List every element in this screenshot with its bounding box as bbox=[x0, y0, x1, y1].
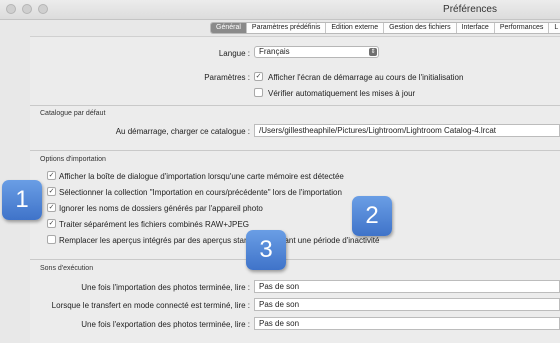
tether-sound-value: Pas de son bbox=[259, 300, 300, 309]
startup-catalog-select[interactable]: /Users/gillestheaphile/Pictures/Lightroo… bbox=[254, 124, 560, 137]
startup-catalog-value: /Users/gillestheaphile/Pictures/Lightroo… bbox=[259, 126, 496, 135]
select-collection-checkbox[interactable]: ✓ bbox=[47, 187, 56, 196]
import-dialog-label: Afficher la boîte de dialogue d'importat… bbox=[59, 172, 344, 181]
tab-interface[interactable]: Interface bbox=[456, 23, 495, 33]
callout-badge-1: 1 bbox=[2, 180, 42, 220]
ignore-folder-names-label: Ignorer les noms de dossiers générés par… bbox=[59, 204, 263, 213]
divider bbox=[30, 105, 560, 106]
check-updates-checkbox[interactable] bbox=[254, 88, 263, 97]
tab-performance[interactable]: Performances bbox=[494, 23, 550, 33]
import-sound-select[interactable]: Pas de son bbox=[254, 280, 560, 293]
minimize-window-button[interactable] bbox=[22, 4, 32, 14]
close-window-button[interactable] bbox=[6, 4, 16, 14]
select-collection-label: Sélectionner la collection "Importation … bbox=[59, 188, 342, 197]
language-select[interactable]: Français ⇕ bbox=[254, 46, 379, 58]
tab-external-editing[interactable]: Edition externe bbox=[326, 23, 385, 33]
callout-badge-3: 3 bbox=[246, 230, 286, 270]
import-sound-label: Une fois l'importation des photos termin… bbox=[81, 283, 250, 292]
divider bbox=[30, 150, 560, 151]
sounds-section-title: Sons d'exécution bbox=[40, 265, 94, 272]
check-updates-label: Vérifier automatiquement les mises à jou… bbox=[268, 89, 416, 98]
tab-more[interactable]: L bbox=[549, 23, 560, 33]
show-splash-checkbox[interactable]: ✓ bbox=[254, 72, 263, 81]
replace-previews-checkbox[interactable] bbox=[47, 235, 56, 244]
replace-previews-label: Remplacer les aperçus intégrés par des a… bbox=[59, 236, 380, 245]
divider bbox=[30, 259, 560, 260]
import-sound-value: Pas de son bbox=[259, 282, 300, 291]
tether-sound-select[interactable]: Pas de son bbox=[254, 298, 560, 311]
zoom-window-button[interactable] bbox=[38, 4, 48, 14]
raw-jpeg-checkbox[interactable]: ✓ bbox=[47, 219, 56, 228]
tab-presets[interactable]: Paramètres prédéfinis bbox=[246, 23, 327, 33]
catalog-section-title: Catalogue par défaut bbox=[40, 110, 106, 117]
preferences-tabs: Général Paramètres prédéfinis Edition ex… bbox=[210, 22, 560, 34]
language-value: Français bbox=[259, 47, 290, 56]
show-splash-label: Afficher l'écran de démarrage au cours d… bbox=[268, 73, 464, 82]
export-sound-value: Pas de son bbox=[259, 319, 300, 328]
import-section-title: Options d'importation bbox=[40, 156, 106, 163]
import-dialog-checkbox[interactable]: ✓ bbox=[47, 171, 56, 180]
tab-file-handling[interactable]: Gestion des fichiers bbox=[384, 23, 457, 33]
chevron-updown-icon: ⇕ bbox=[369, 48, 377, 56]
ignore-folder-names-checkbox[interactable]: ✓ bbox=[47, 203, 56, 212]
general-pane: Langue : Français ⇕ Paramètres : ✓ Affic… bbox=[30, 36, 560, 343]
export-sound-select[interactable]: Pas de son bbox=[254, 317, 560, 330]
export-sound-label: Une fois l'exportation des photos termin… bbox=[81, 320, 250, 329]
language-label: Langue : bbox=[218, 49, 250, 58]
tether-sound-label: Lorsque le transfert en mode connecté es… bbox=[51, 301, 250, 310]
window-title: Préférences bbox=[443, 4, 497, 15]
settings-label: Paramètres : bbox=[204, 73, 250, 82]
tab-general[interactable]: Général bbox=[211, 23, 247, 33]
startup-catalog-label: Au démarrage, charger ce catalogue : bbox=[115, 127, 250, 136]
title-bar: Préférences bbox=[0, 0, 560, 20]
raw-jpeg-label: Traiter séparément les fichiers combinés… bbox=[59, 220, 249, 229]
callout-badge-2: 2 bbox=[352, 196, 392, 236]
